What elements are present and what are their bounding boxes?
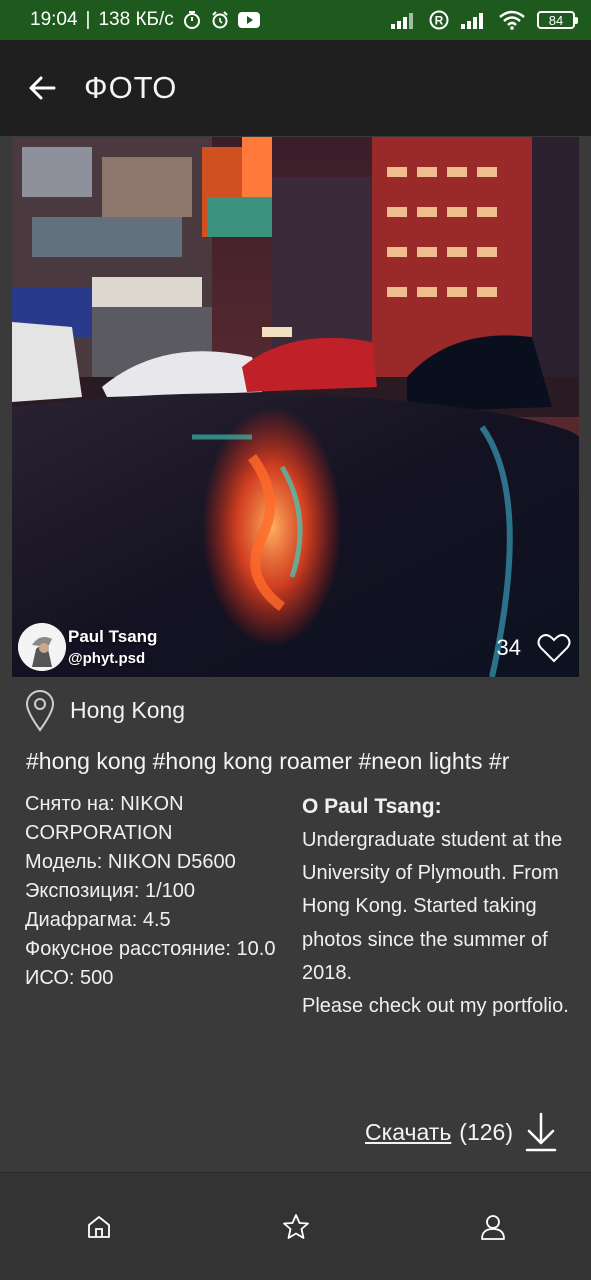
exif-model: Модель: NIKON D5600 [25, 851, 236, 873]
about-body: Undergraduate student at the University … [302, 829, 569, 1018]
exif-exposure: Экспозиция: 1/100 [25, 880, 196, 902]
star-icon [282, 1213, 309, 1239]
page-title: ФОТО [84, 70, 178, 105]
download-icon[interactable] [525, 1112, 557, 1152]
author-link[interactable]: Paul Tsang @phyt.psd [18, 623, 157, 671]
exif-aperture: Диафрагма: 4.5 [25, 909, 171, 931]
exif-info: Снято на: NIKON CORPORATION Модель: NIKO… [25, 790, 287, 993]
avatar [18, 623, 66, 671]
exif-iso: ИСО: 500 [25, 967, 114, 989]
exif-camera: Снято на: NIKON CORPORATION [25, 793, 184, 844]
likes: 34 [497, 633, 571, 663]
app-bar: ФОТО [0, 40, 591, 136]
download-link[interactable]: Скачать [365, 1119, 451, 1146]
youtube-icon [237, 12, 260, 28]
author-name: Paul Tsang [68, 627, 158, 646]
about-author: О Paul Tsang: Undergraduate student at t… [302, 790, 572, 1023]
home-icon [87, 1215, 110, 1238]
roaming-icon: R [429, 10, 449, 30]
photo-image [12, 137, 579, 677]
like-button[interactable] [537, 633, 571, 663]
author-handle: @phyt.psd [68, 650, 146, 667]
location: Hong Kong [24, 688, 185, 732]
photo-view[interactable]: Paul Tsang @phyt.psd 34 [12, 137, 579, 677]
back-button[interactable] [12, 58, 72, 118]
nav-favorites-button[interactable] [256, 1187, 336, 1267]
signal-icon [391, 11, 417, 29]
wifi-icon [499, 10, 525, 30]
tags: #hong kong #hong kong roamer #neon light… [26, 748, 510, 774]
download-button[interactable]: Скачать (126) [365, 1112, 557, 1152]
map-pin-icon [25, 690, 55, 732]
location-label: Hong Kong [70, 696, 186, 723]
heart-icon [537, 634, 571, 663]
status-bar: 19:04 | 138 КБ/с R 84 [0, 0, 591, 40]
signal-icon [461, 11, 487, 29]
timer-icon [182, 10, 202, 30]
battery-icon: 84 [537, 11, 578, 29]
alarm-icon [210, 10, 230, 30]
user-icon [480, 1214, 505, 1240]
like-count: 34 [496, 635, 521, 660]
nav-profile-button[interactable] [453, 1187, 533, 1267]
svg-text:R: R [435, 14, 444, 28]
arrow-left-icon [29, 76, 56, 100]
bottom-nav [0, 1172, 591, 1280]
nav-home-button[interactable] [59, 1187, 139, 1267]
about-title: О Paul Tsang: [302, 795, 442, 818]
status-speed: 138 КБ/с [98, 9, 174, 30]
exif-focal-length: Фокусное расстояние: 10.0 [25, 938, 276, 960]
download-count: (126) [459, 1118, 513, 1145]
status-time: 19:04 [30, 9, 78, 30]
